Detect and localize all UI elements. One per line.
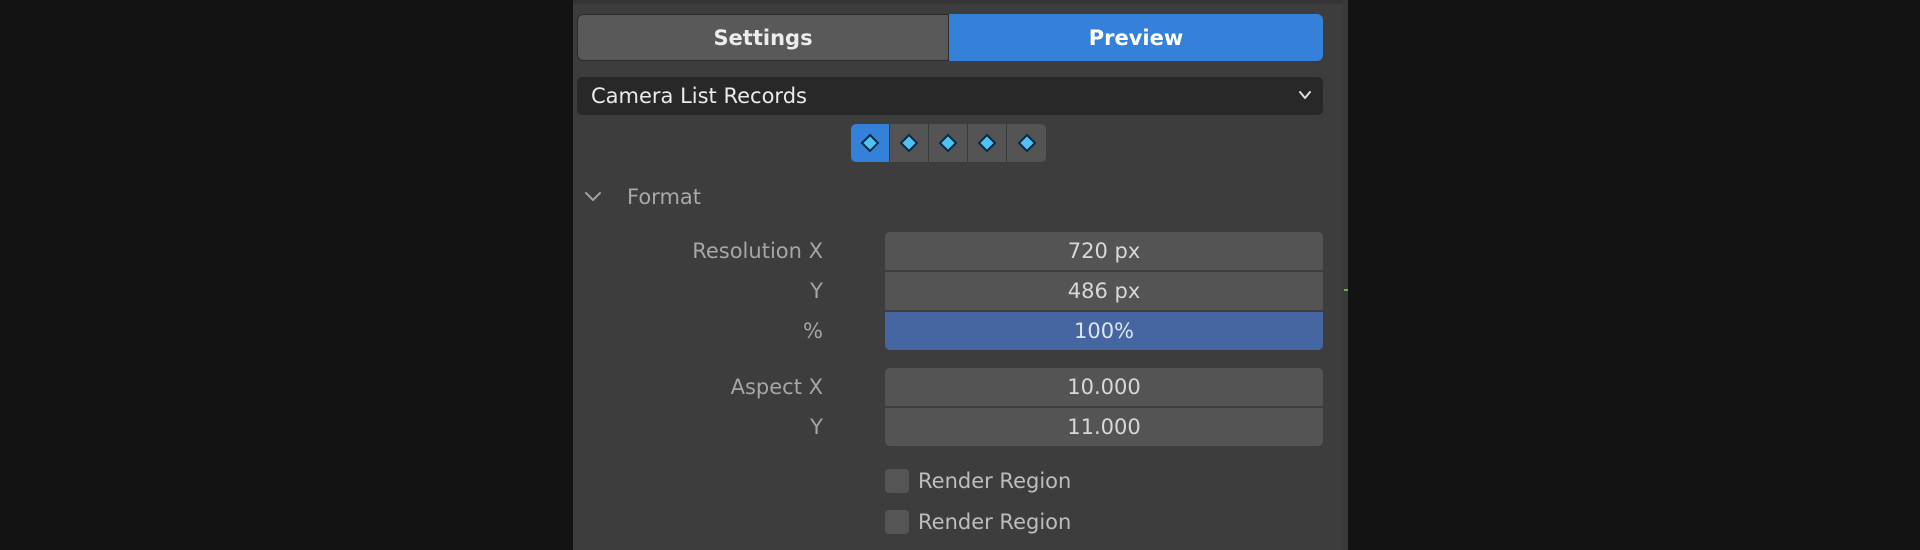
resolution-percent-label: % <box>803 319 823 343</box>
resolution-x-field[interactable]: 720 px <box>885 232 1323 270</box>
keyframe-diamond-icon <box>899 133 919 153</box>
keyframe-button-3[interactable] <box>929 124 968 162</box>
aspect-y-field[interactable]: 11.000 <box>885 408 1323 446</box>
scrollbar-marker <box>1344 289 1348 291</box>
resolution-percent-slider[interactable]: 100% <box>885 312 1323 350</box>
tab-settings[interactable]: Settings <box>577 14 949 61</box>
checkbox-box[interactable] <box>885 469 909 493</box>
resolution-y-field[interactable]: 486 px <box>885 272 1323 310</box>
camera-list-dropdown[interactable]: Camera List Records <box>577 77 1323 115</box>
keyframe-button-4[interactable] <box>968 124 1007 162</box>
aspect-x-field[interactable]: 10.000 <box>885 368 1323 406</box>
chevron-down-icon <box>585 192 601 201</box>
properties-panel: Settings Preview Camera List Records For… <box>573 0 1348 550</box>
aspect-x-label: Aspect X <box>730 375 823 399</box>
panel-top-edge <box>573 0 1348 4</box>
keyframe-button-5[interactable] <box>1007 124 1046 162</box>
scrollbar[interactable] <box>1343 0 1348 550</box>
format-section-title: Format <box>627 185 702 209</box>
aspect-y-label: Y <box>810 415 823 439</box>
keyframe-button-1[interactable] <box>851 124 890 162</box>
checkbox-box[interactable] <box>885 510 909 534</box>
render-region-checkbox-2[interactable]: Render Region <box>885 506 1071 538</box>
format-section-header[interactable]: Format <box>583 181 701 213</box>
tab-preview[interactable]: Preview <box>949 14 1323 61</box>
keyframe-diamond-icon <box>1017 133 1036 153</box>
render-region-label: Render Region <box>918 469 1072 493</box>
chevron-down-icon <box>1299 91 1311 99</box>
render-region-label-2: Render Region <box>918 510 1072 534</box>
keyframe-diamond-icon <box>977 133 997 153</box>
keyframe-diamond-icon <box>860 133 880 153</box>
resolution-x-label: Resolution X <box>692 239 823 263</box>
keyframe-button-2[interactable] <box>890 124 929 162</box>
keyframe-toolbar <box>851 124 1046 162</box>
keyframe-diamond-icon <box>938 133 958 153</box>
dropdown-selected-label: Camera List Records <box>591 84 807 108</box>
resolution-y-label: Y <box>810 279 823 303</box>
render-region-checkbox[interactable]: Render Region <box>885 465 1071 497</box>
